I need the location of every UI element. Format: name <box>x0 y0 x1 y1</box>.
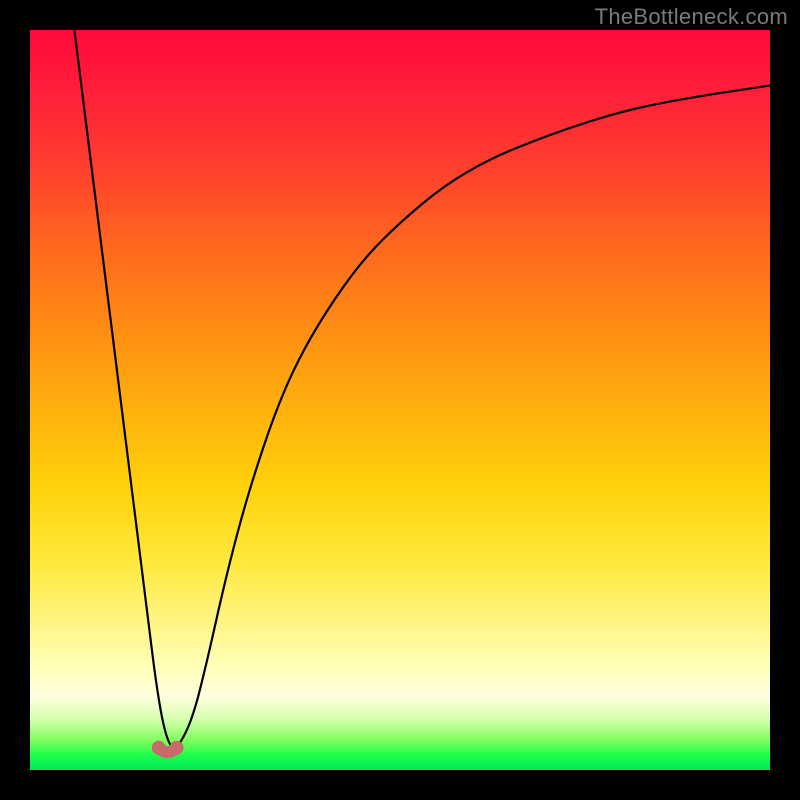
valley-right-dot <box>170 741 184 755</box>
curve-layer <box>30 30 770 770</box>
chart-frame: TheBottleneck.com <box>0 0 800 800</box>
valley-left-dot <box>152 741 166 755</box>
watermark-text: TheBottleneck.com <box>595 4 788 30</box>
plot-area <box>30 30 770 770</box>
bottleneck-curve <box>74 30 770 748</box>
